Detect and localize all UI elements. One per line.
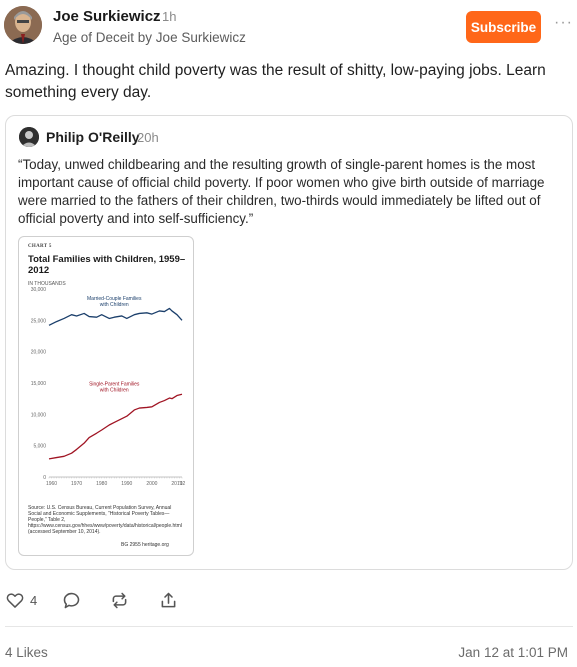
comment-button[interactable]	[61, 589, 82, 611]
quote-author-avatar[interactable]	[19, 127, 39, 147]
share-button[interactable]	[158, 589, 179, 611]
quoted-note[interactable]: Philip O'Reilly 20h “Today, unwed childb…	[5, 115, 573, 570]
series-label: with Children	[100, 302, 129, 308]
divider	[5, 626, 573, 627]
restack-icon	[112, 592, 127, 608]
quote-author-name[interactable]: Philip O'Reilly	[46, 129, 140, 145]
author-avatar[interactable]	[4, 6, 42, 44]
chart-title: Total Families with Children, 1959–2012	[28, 254, 186, 276]
heart-icon	[6, 593, 24, 608]
action-bar: 4	[0, 585, 577, 615]
post-header: Joe Surkiewicz 1h Age of Deceit by Joe S…	[0, 0, 577, 52]
like-button[interactable]: 4	[5, 589, 37, 611]
series-line	[48, 393, 183, 460]
y-tick-label: 30,000	[31, 287, 47, 293]
chart-source: Source: U.S. Census Bureau, Current Popu…	[28, 505, 182, 535]
chart-footer: BG 2955 heritage.org	[121, 542, 169, 548]
y-tick-label: 10,000	[31, 412, 47, 418]
quote-body: “Today, unwed childbearing and the resul…	[18, 157, 545, 226]
chart-plot: 05,00010,00015,00020,00025,00030,0001960…	[31, 287, 186, 487]
x-tick-label: 1990	[121, 481, 132, 487]
chart-tag: CHART 5	[28, 244, 52, 249]
more-options-icon[interactable]: ···	[554, 14, 573, 32]
author-name[interactable]: Joe Surkiewicz	[53, 8, 161, 25]
post-time: 1h	[162, 9, 177, 24]
post-date: Jan 12 at 1:01 PM	[458, 645, 568, 660]
series-label: with Children	[100, 388, 129, 394]
y-tick-label: 25,000	[31, 318, 47, 324]
likes-count-text[interactable]: 4 Likes	[5, 645, 48, 660]
publication-name[interactable]: Age of Deceit by Joe Surkiewicz	[53, 30, 246, 45]
subscribe-button[interactable]: Subscribe	[466, 11, 541, 43]
y-tick-label: 20,000	[31, 350, 47, 356]
post-body: Amazing. I thought child poverty was the…	[5, 62, 546, 101]
comment-icon	[63, 592, 80, 608]
y-tick-label: 15,000	[31, 381, 47, 387]
x-tick-label: 1960	[46, 481, 57, 487]
like-count: 4	[30, 592, 38, 608]
x-tick-label: ’12	[179, 481, 186, 487]
series-line	[48, 307, 183, 326]
chart-image[interactable]: CHART 5 Total Families with Children, 19…	[18, 236, 194, 556]
x-tick-label: 1980	[96, 481, 107, 487]
y-tick-label: 5,000	[33, 444, 46, 450]
restack-button[interactable]	[109, 589, 130, 611]
quote-time: 20h	[137, 130, 159, 145]
share-icon	[161, 592, 176, 607]
x-tick-label: 2000	[146, 481, 157, 487]
x-tick-label: 1970	[71, 481, 82, 487]
